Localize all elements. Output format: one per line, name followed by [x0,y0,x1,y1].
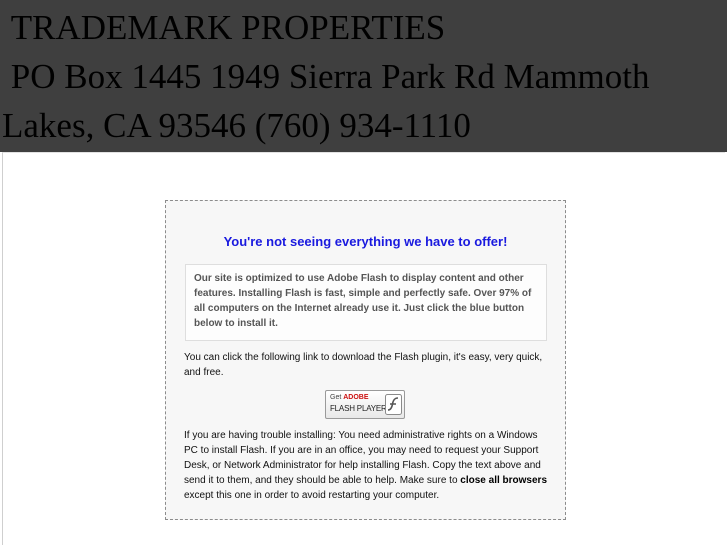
badge-adobe-label: ADOBE [343,394,369,401]
close-browsers-emphasis: close all browsers [460,475,548,486]
info-text: Our site is optimized to use Adobe Flash… [194,273,532,329]
badge-get-word: Get [330,394,342,401]
site-header: TRADEMARK PROPERTIES PO Box 1445 1949 Si… [0,0,727,152]
company-name: TRADEMARK PROPERTIES [2,8,446,47]
company-address: PO Box 1445 1949 Sierra Park Rd Mammoth … [2,57,659,145]
flash-player-icon [385,394,402,415]
get-flash-player-button[interactable]: Get ADOBE FLASH PLAYER [325,390,405,419]
badge-product-label: FLASH PLAYER [330,404,387,413]
info-panel: Our site is optimized to use Adobe Flash… [185,264,547,341]
trouble-text-end: except this one in order to avoid restar… [184,490,440,501]
notice-headline: You're not seeing everything we have to … [223,234,508,249]
download-instructions: You can click the following link to down… [184,352,543,378]
flash-notice-box: You're not seeing everything we have to … [165,200,566,520]
badge-get-label: Get ADOBE [330,394,369,402]
header-text: TRADEMARK PROPERTIES PO Box 1445 1949 Si… [2,3,724,150]
troubleshooting-text: If you are having trouble installing: Yo… [184,428,550,503]
